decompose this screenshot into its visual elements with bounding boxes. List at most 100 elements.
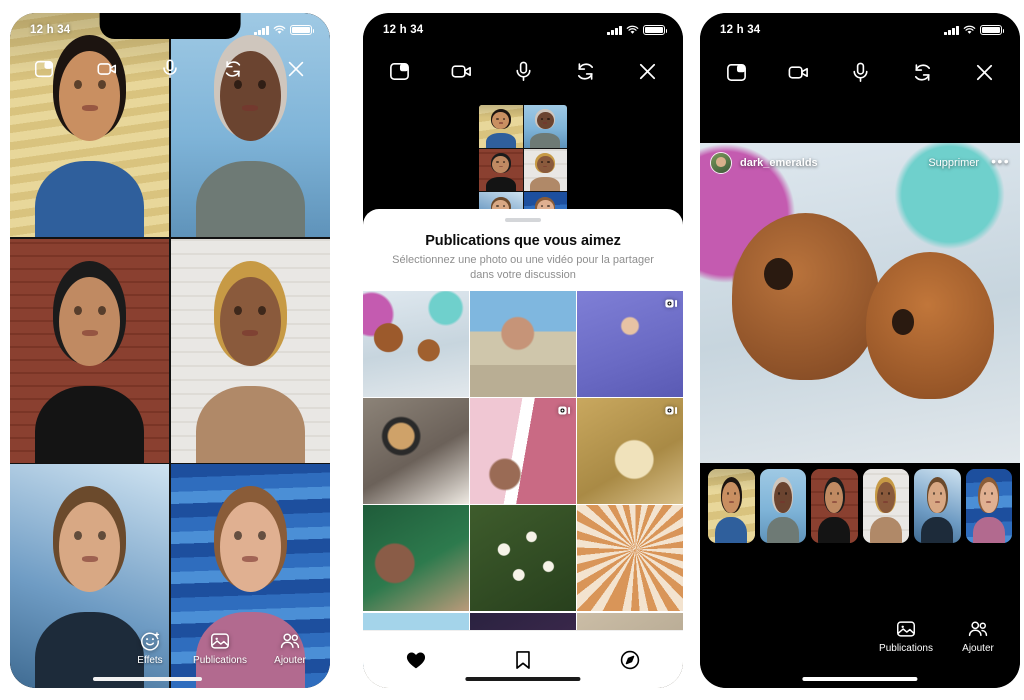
post-thumbnail xyxy=(363,291,469,397)
thumb-1[interactable] xyxy=(708,469,755,543)
battery-full-icon xyxy=(643,24,668,36)
reel-video-icon xyxy=(665,403,678,415)
close-icon[interactable] xyxy=(282,55,310,83)
close-icon[interactable] xyxy=(970,58,998,86)
microphone-icon[interactable] xyxy=(156,55,184,83)
screenshot-stage: 12 h 34 Effets Publications Ajouter 12 h… xyxy=(0,0,1024,700)
sheet-title: Publications que vous aimez xyxy=(425,233,621,249)
pip-4[interactable] xyxy=(523,148,567,192)
cellular-signal-icon xyxy=(607,25,622,35)
post-hands-sky[interactable] xyxy=(577,291,683,397)
cellular-signal-icon xyxy=(944,25,959,35)
shared-post-media[interactable]: dark_emeralds Supprimer ••• xyxy=(700,143,1020,463)
thumb-3[interactable] xyxy=(811,469,858,543)
action-ajouter[interactable]: Ajouter xyxy=(952,618,1004,654)
call-controls-3 xyxy=(700,58,1020,86)
action-ajouter[interactable]: Ajouter xyxy=(264,630,316,666)
action-effets[interactable]: Effets xyxy=(124,630,176,666)
post-ramen-bowl[interactable] xyxy=(577,398,683,504)
flip-camera-icon[interactable] xyxy=(908,58,936,86)
effects-smiley-icon xyxy=(139,630,161,652)
action-label: Publications xyxy=(193,655,247,666)
action-label: Ajouter xyxy=(962,643,994,654)
notch xyxy=(99,13,241,39)
status-icons xyxy=(607,24,668,36)
add-people-icon xyxy=(279,630,301,652)
post-username[interactable]: dark_emeralds xyxy=(740,157,818,169)
call-controls-1 xyxy=(10,55,330,83)
post-grid xyxy=(363,291,683,688)
avatar[interactable] xyxy=(710,152,732,174)
action-label: Effets xyxy=(137,655,163,666)
thumb-5[interactable] xyxy=(914,469,961,543)
sheet-drag-handle[interactable] xyxy=(505,218,541,222)
bottom-actions-3: Publications Ajouter xyxy=(879,618,1004,654)
delete-post-button[interactable]: Supprimer xyxy=(928,157,979,169)
reel-video-icon xyxy=(558,403,571,415)
post-thumbnail xyxy=(470,291,576,397)
post-thumbnail xyxy=(577,505,683,612)
video-grid-phone1 xyxy=(10,13,330,688)
phone-1-video-call: 12 h 34 Effets Publications Ajouter xyxy=(10,13,330,688)
home-indicator-2[interactable] xyxy=(465,676,581,681)
video-camera-icon[interactable] xyxy=(784,58,812,86)
video-camera-icon[interactable] xyxy=(447,57,475,85)
action-label: Ajouter xyxy=(274,655,306,666)
participant-2[interactable] xyxy=(170,13,330,237)
participant-1[interactable] xyxy=(10,13,170,237)
thumb-4[interactable] xyxy=(862,469,909,543)
more-options-icon[interactable]: ••• xyxy=(991,154,1010,173)
flip-camera-icon[interactable] xyxy=(571,57,599,85)
action-publications[interactable]: Publications xyxy=(879,618,933,654)
minimize-pip-icon[interactable] xyxy=(722,58,750,86)
post-thumbnail xyxy=(363,505,469,612)
notch xyxy=(789,13,931,39)
post-eating-noodles[interactable] xyxy=(363,505,469,612)
minimize-pip-icon[interactable] xyxy=(30,55,58,83)
home-indicator-1[interactable] xyxy=(93,676,202,681)
phone-3-shared-post: 12 h 34 dark_emeralds Supprimer ••• Publ… xyxy=(700,13,1020,688)
post-beach-umbrella[interactable] xyxy=(577,505,683,612)
participant-3[interactable] xyxy=(10,238,170,463)
post-pink-room-selfie[interactable] xyxy=(470,398,576,504)
post-actions: Supprimer ••• xyxy=(928,154,1010,173)
thumb-2[interactable] xyxy=(759,469,806,543)
post-daisies[interactable] xyxy=(470,505,576,612)
reel-video-icon xyxy=(665,296,678,308)
microphone-icon[interactable] xyxy=(846,58,874,86)
action-label: Publications xyxy=(879,643,933,654)
post-portrait-couple[interactable] xyxy=(470,291,576,397)
phone-3-screen: 12 h 34 dark_emeralds Supprimer ••• Publ… xyxy=(700,13,1020,688)
bottom-actions-1: Effets Publications Ajouter xyxy=(124,630,316,666)
pip-1[interactable] xyxy=(479,105,523,148)
minimize-pip-icon[interactable] xyxy=(385,57,413,85)
shared-post-puppies-image xyxy=(700,143,1020,463)
close-icon[interactable] xyxy=(633,57,661,85)
phone-1-screen: 12 h 34 Effets Publications Ajouter xyxy=(10,13,330,688)
video-camera-icon[interactable] xyxy=(93,55,121,83)
tab-compass[interactable] xyxy=(608,645,652,675)
wifi-icon xyxy=(963,25,976,35)
thumb-6[interactable] xyxy=(965,469,1012,543)
battery-full-icon xyxy=(980,24,1005,36)
participant-4[interactable] xyxy=(170,238,330,463)
tab-bookmark[interactable] xyxy=(501,645,545,675)
phone-2-share-sheet: 12 h 34 Publications que vous aimez Séle… xyxy=(363,13,683,688)
status-icons xyxy=(944,24,1005,36)
status-time: 12 h 34 xyxy=(383,24,424,36)
photo-gallery-icon xyxy=(209,630,231,652)
microphone-icon[interactable] xyxy=(509,57,537,85)
pip-3[interactable] xyxy=(479,148,523,192)
flip-camera-icon[interactable] xyxy=(219,55,247,83)
post-latte-art[interactable] xyxy=(363,398,469,504)
photo-gallery-icon xyxy=(895,618,917,640)
action-publications[interactable]: Publications xyxy=(193,630,247,666)
share-sheet: Publications que vous aimez Sélectionnez… xyxy=(363,209,683,688)
post-puppies[interactable] xyxy=(363,291,469,397)
post-header: dark_emeralds Supprimer ••• xyxy=(700,149,1020,177)
pip-2[interactable] xyxy=(523,105,567,148)
notch xyxy=(452,13,594,39)
home-indicator-3[interactable] xyxy=(802,676,918,681)
tab-heart-filled[interactable] xyxy=(394,645,438,675)
post-thumbnail xyxy=(363,398,469,504)
